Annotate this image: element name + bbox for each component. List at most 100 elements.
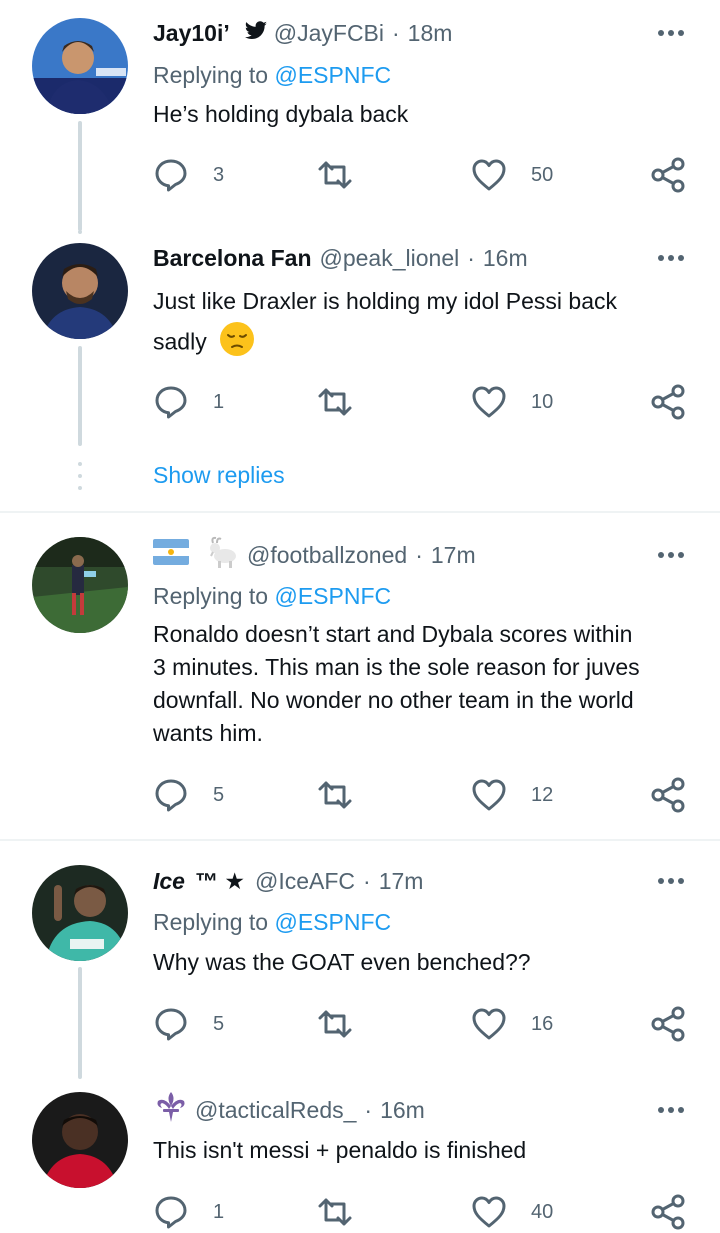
- more-options-icon[interactable]: [654, 240, 684, 276]
- tweet-text-line: wants him.: [153, 720, 263, 746]
- share-icon: [651, 384, 685, 420]
- user-handle[interactable]: @footballzoned: [247, 542, 407, 569]
- reply-icon: [155, 1008, 187, 1041]
- tweet-jayfcbi[interactable]: Jay10i’ @JayFCBi · 18m Replying to @ESPN…: [0, 15, 720, 231]
- tweet-header: @footballzoned · 17m: [153, 534, 476, 576]
- like-button[interactable]: 16: [471, 1004, 553, 1044]
- retweet-button[interactable]: [317, 1004, 353, 1044]
- timestamp[interactable]: 16m: [380, 1097, 425, 1124]
- like-button[interactable]: 12: [471, 775, 553, 815]
- divider: [0, 839, 720, 841]
- pensive-face-emoji: [219, 321, 255, 366]
- share-button[interactable]: [650, 382, 686, 422]
- tweet-iceafc[interactable]: Ice ™ ★ @IceAFC · 17m Replying to @ESPNF…: [0, 863, 720, 1079]
- tweet-actions: 1 40: [0, 1192, 720, 1232]
- like-count: 12: [531, 783, 554, 806]
- replying-to-link[interactable]: @ESPNFC: [274, 62, 391, 88]
- replying-to-link[interactable]: @ESPNFC: [274, 583, 391, 609]
- share-icon: [651, 1006, 685, 1042]
- reply-count: 1: [213, 390, 225, 413]
- timestamp[interactable]: 16m: [483, 245, 528, 272]
- tweet-actions: 1 10: [0, 382, 720, 422]
- share-button[interactable]: [650, 775, 686, 815]
- separator-dot: ·: [364, 1096, 373, 1123]
- share-button[interactable]: [650, 155, 686, 195]
- retweet-button[interactable]: [317, 382, 353, 422]
- argentina-flag-icon: [153, 539, 189, 571]
- user-handle[interactable]: @IceAFC: [255, 868, 355, 895]
- divider: [0, 511, 720, 513]
- tweet-peak-lionel[interactable]: Barcelona Fan @peak_lionel · 16m Just li…: [0, 230, 720, 510]
- like-count: 50: [531, 163, 554, 186]
- tweet-text-line: downfall. No wonder no other team in the…: [153, 687, 634, 713]
- tweet-text: Why was the GOAT even benched??: [153, 949, 531, 975]
- reply-button[interactable]: 5: [153, 775, 224, 815]
- display-name-suffix: ™ ★: [194, 867, 245, 894]
- tweet-actions: 3 50: [0, 155, 720, 195]
- tweet-text-line: 3 minutes. This man is the sole reason f…: [153, 654, 640, 680]
- show-replies-link[interactable]: Show replies: [153, 462, 285, 489]
- reply-icon: [155, 159, 187, 192]
- heart-icon: [472, 1008, 506, 1040]
- reply-button[interactable]: 5: [153, 1004, 224, 1044]
- tweet-tacticalreds[interactable]: @tacticalReds_ · 16m This isn't messi + …: [0, 1092, 720, 1233]
- like-button[interactable]: 10: [471, 382, 553, 422]
- user-handle[interactable]: @JayFCBi: [274, 20, 384, 47]
- timestamp[interactable]: 17m: [431, 542, 476, 569]
- retweet-icon: [318, 388, 352, 416]
- timestamp[interactable]: 18m: [408, 20, 453, 47]
- reply-icon: [155, 1196, 187, 1229]
- tweet-footballzoned[interactable]: @footballzoned · 17m Replying to @ESPNFC…: [0, 534, 720, 827]
- heart-icon: [472, 1196, 506, 1228]
- retweet-button[interactable]: [317, 155, 353, 195]
- avatar[interactable]: [32, 18, 128, 114]
- tweet-text: This isn't messi + penaldo is finished: [153, 1137, 527, 1163]
- like-button[interactable]: 40: [471, 1192, 553, 1232]
- display-name[interactable]: Jay10i’: [153, 20, 230, 47]
- avatar[interactable]: [32, 243, 128, 339]
- retweet-icon: [318, 1010, 352, 1038]
- tweet-text: Just like Draxler is holding my idol Pes…: [153, 285, 698, 366]
- timestamp[interactable]: 17m: [379, 868, 424, 895]
- display-name[interactable]: Ice: [153, 868, 185, 895]
- retweet-icon: [318, 781, 352, 809]
- reply-button[interactable]: 1: [153, 382, 224, 422]
- avatar[interactable]: [32, 537, 128, 633]
- more-options-icon[interactable]: [654, 863, 684, 899]
- reply-button[interactable]: 3: [153, 155, 224, 195]
- retweet-icon: [318, 161, 352, 189]
- like-count: 40: [531, 1200, 554, 1223]
- display-name[interactable]: Barcelona Fan: [153, 245, 312, 272]
- share-button[interactable]: [650, 1004, 686, 1044]
- avatar[interactable]: [32, 865, 128, 961]
- separator-dot: ·: [392, 19, 400, 46]
- goat-icon: [205, 534, 241, 576]
- share-button[interactable]: [650, 1192, 686, 1232]
- reply-button[interactable]: 1: [153, 1192, 224, 1232]
- retweet-button[interactable]: [317, 1192, 353, 1232]
- twitter-bird-icon: [244, 20, 268, 47]
- tweet-text-line: Just like Draxler is holding my idol Pes…: [153, 288, 618, 314]
- heart-icon: [472, 159, 506, 191]
- user-handle[interactable]: @tacticalReds_: [195, 1097, 356, 1124]
- more-options-icon[interactable]: [654, 15, 684, 51]
- replying-to: Replying to @ESPNFC: [153, 583, 391, 610]
- share-icon: [651, 1194, 685, 1230]
- separator-dot: ·: [467, 244, 475, 271]
- replying-to: Replying to @ESPNFC: [153, 909, 391, 936]
- more-options-icon[interactable]: [654, 537, 684, 573]
- retweet-button[interactable]: [317, 775, 353, 815]
- more-options-icon[interactable]: [654, 1092, 684, 1128]
- heart-icon: [472, 779, 506, 811]
- reply-count: 5: [213, 1012, 225, 1035]
- replying-to-link[interactable]: @ESPNFC: [274, 909, 391, 935]
- avatar[interactable]: [32, 1092, 128, 1188]
- replying-label: Replying to: [153, 583, 269, 609]
- user-handle[interactable]: @peak_lionel: [320, 245, 460, 272]
- like-button[interactable]: 50: [471, 155, 553, 195]
- separator-dot: ·: [415, 541, 423, 568]
- tweet-header: Barcelona Fan @peak_lionel · 16m: [153, 240, 528, 276]
- like-count: 16: [531, 1012, 554, 1035]
- reply-icon: [155, 386, 187, 419]
- tweet-header: Ice ™ ★ @IceAFC · 17m: [153, 863, 423, 899]
